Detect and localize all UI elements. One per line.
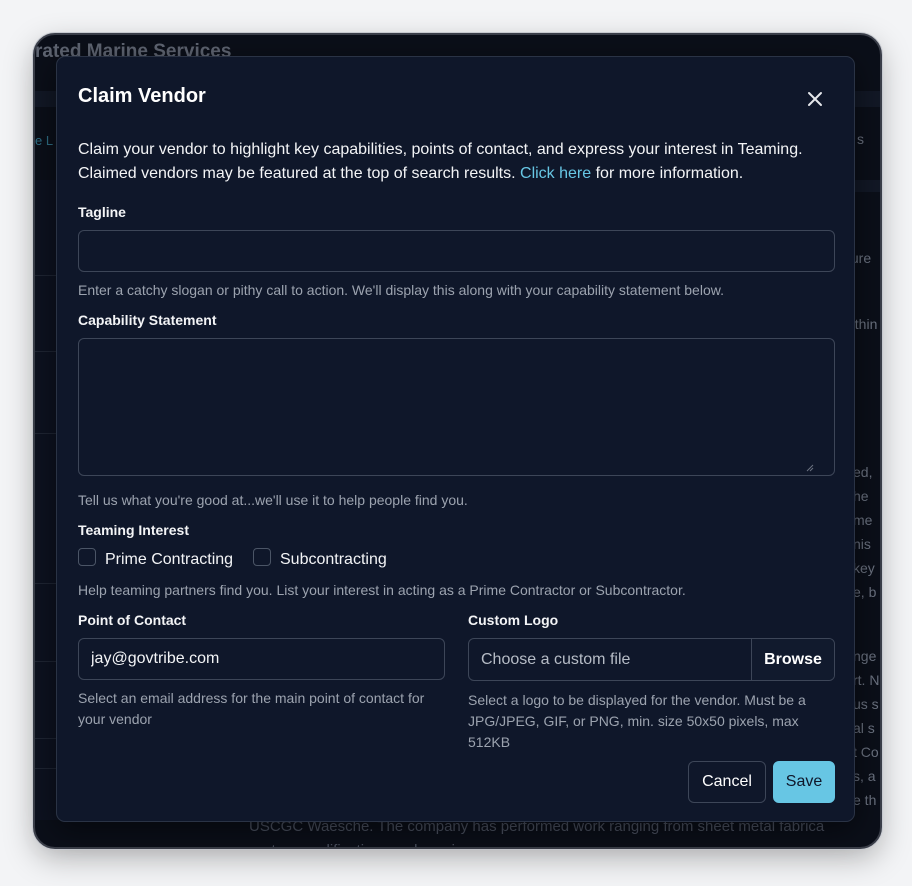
background-text-fragment: s	[857, 131, 864, 147]
background-text-fragment: he	[853, 488, 869, 504]
browse-button[interactable]: Browse	[751, 639, 834, 680]
cancel-button[interactable]: Cancel	[688, 761, 766, 803]
subcontracting-label[interactable]: Subcontracting	[280, 551, 387, 569]
background-tab-fragment: e L	[35, 133, 54, 148]
subcontracting-checkbox[interactable]	[253, 548, 271, 566]
background-text-fragment: rt. N	[853, 672, 880, 688]
close-icon	[808, 92, 822, 106]
tagline-label: Tagline	[78, 204, 126, 220]
resize-grip-icon[interactable]	[804, 462, 814, 472]
background-text-fragment: s, a	[853, 768, 876, 784]
background-text-fragment: e, b	[853, 584, 877, 600]
intro-text: Claim your vendor to highlight key capab…	[78, 138, 838, 186]
capability-statement-textarea[interactable]	[78, 338, 835, 476]
background-text-fragment: key	[853, 560, 875, 576]
point-of-contact-input[interactable]	[78, 638, 445, 680]
more-information-link[interactable]: Click here	[520, 165, 591, 182]
custom-logo-label: Custom Logo	[468, 612, 559, 628]
background-text-fragment: e th	[853, 792, 877, 808]
custom-logo-help: Select a logo to be displayed for the ve…	[468, 692, 806, 750]
background-text-fragment: me	[853, 512, 873, 528]
background-text-fragment: nis	[853, 536, 871, 552]
point-of-contact-help: Select an email address for the main poi…	[78, 690, 425, 727]
custom-logo-file-input[interactable]: Choose a custom file Browse	[468, 638, 835, 681]
background-text-fragment: us s	[853, 696, 879, 712]
modal-title: Claim Vendor	[78, 85, 206, 107]
tagline-help: Enter a catchy slogan or pithy call to a…	[78, 282, 724, 298]
claim-vendor-modal: Claim Vendor Claim your vendor to highli…	[56, 56, 855, 822]
background-description-line: system modifications and repairs.	[249, 839, 824, 847]
prime-contracting-label[interactable]: Prime Contracting	[105, 551, 233, 569]
background-text-fragment: al s	[853, 720, 875, 736]
prime-contracting-checkbox[interactable]	[78, 548, 96, 566]
intro-text-after-link: for more information.	[591, 165, 744, 182]
background-text-fragment: ed,	[853, 464, 873, 480]
tagline-input[interactable]	[78, 230, 835, 272]
close-button[interactable]	[801, 85, 829, 113]
background-text-fragment: t Co	[853, 744, 879, 760]
teaming-interest-help: Help teaming partners find you. List you…	[78, 582, 686, 598]
custom-logo-placeholder[interactable]: Choose a custom file	[469, 639, 751, 680]
background-text-fragment: nge	[853, 648, 877, 664]
save-button[interactable]: Save	[773, 761, 835, 803]
point-of-contact-label: Point of Contact	[78, 612, 187, 628]
capability-statement-label: Capability Statement	[78, 312, 217, 328]
teaming-interest-label: Teaming Interest	[78, 522, 189, 538]
capability-statement-help: Tell us what you're good at...we'll use …	[78, 492, 468, 508]
